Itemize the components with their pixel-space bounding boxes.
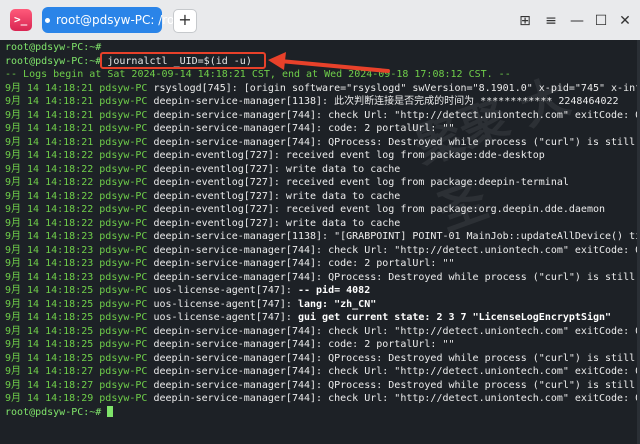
log-timestamp-host: 9月 14 14:18:23 pdsyw-PC [5, 244, 148, 256]
tab-title: root@pdsyw-PC: /root [56, 13, 187, 27]
log-message: deepin-eventlog[727]: received event log… [147, 177, 569, 188]
terminal-line: 9月 14 14:18:21 pdsyw-PC rsyslogd[745]: [… [5, 82, 640, 96]
terminal-line: 9月 14 14:18:22 pdsyw-PC deepin-eventlog[… [5, 149, 545, 163]
shell-prompt: root@pdsyw-PC:~# [5, 406, 102, 418]
log-message: uos-license-agent[747]: [147, 312, 292, 323]
terminal-line: 9月 14 14:18:21 pdsyw-PC deepin-service-m… [5, 109, 640, 123]
log-timestamp-host: 9月 14 14:18:22 pdsyw-PC [5, 190, 148, 202]
new-tab-button[interactable]: + [173, 9, 197, 33]
log-timestamp-host: 9月 14 14:18:25 pdsyw-PC [5, 339, 148, 350]
title-bar: >_ root@pdsyw-PC: /root + ⊞ ≡ — ☐ ✕ [0, 0, 640, 41]
tab-root-terminal[interactable]: root@pdsyw-PC: /root [42, 7, 186, 33]
log-message: deepin-service-manager[744]: QProcess: D… [147, 352, 640, 364]
log-message: deepin-eventlog[727]: write data to cach… [147, 217, 401, 229]
log-timestamp-host: 9月 14 14:18:21 pdsyw-PC [5, 82, 148, 94]
log-message-bold: lang: "zh_CN" [291, 298, 377, 310]
log-timestamp-host: 9月 14 14:18:23 pdsyw-PC [5, 231, 148, 242]
view-icon[interactable]: ⊞ [514, 10, 536, 32]
log-timestamp-host: 9月 14 14:18:22 pdsyw-PC [5, 204, 148, 215]
terminal-line: 9月 14 14:18:23 pdsyw-PC deepin-service-m… [5, 244, 640, 258]
terminal-line: 9月 14 14:18:27 pdsyw-PC deepin-service-m… [5, 365, 640, 379]
annotation-arrow-icon [268, 52, 390, 73]
log-timestamp-host: 9月 14 14:18:27 pdsyw-PC [5, 379, 148, 391]
log-timestamp-host: 9月 14 14:18:29 pdsyw-PC [5, 393, 148, 404]
log-message: deepin-service-manager[1138]: 此次判断连接是否完成… [147, 96, 619, 107]
log-message: deepin-service-manager[744]: code: 2 por… [147, 123, 455, 134]
log-timestamp-host: 9月 14 14:18:22 pdsyw-PC [5, 150, 148, 161]
log-timestamp-host: 9月 14 14:18:25 pdsyw-PC [5, 325, 148, 337]
terminal-line: 9月 14 14:18:23 pdsyw-PC deepin-service-m… [5, 257, 455, 271]
log-timestamp-host: 9月 14 14:18:25 pdsyw-PC [5, 352, 148, 364]
log-timestamp-host: 9月 14 14:18:27 pdsyw-PC [5, 366, 148, 377]
log-message: uos-license-agent[747]: [147, 298, 292, 310]
log-timestamp-host: 9月 14 14:18:25 pdsyw-PC [5, 298, 148, 310]
log-message: deepin-service-manager[1138]: "[GRABPOIN… [147, 231, 640, 242]
log-message: deepin-eventlog[727]: received event log… [147, 204, 606, 215]
log-timestamp-host: 9月 14 14:18:23 pdsyw-PC [5, 271, 148, 283]
close-button[interactable]: ✕ [614, 10, 636, 32]
log-message-bold: gui get current state: 2 3 7 "LicenseLog… [291, 312, 612, 323]
log-timestamp-host: 9月 14 14:18:22 pdsyw-PC [5, 177, 148, 188]
terminal-line: 9月 14 14:18:27 pdsyw-PC deepin-service-m… [5, 379, 640, 393]
terminal-app-icon[interactable]: >_ [10, 9, 32, 31]
log-header: -- Logs begin at Sat 2024-09-14 14:18:21… [5, 69, 511, 80]
log-message: deepin-service-manager[744]: QProcess: D… [147, 271, 640, 283]
log-message: deepin-eventlog[727]: write data to cach… [147, 163, 401, 175]
log-message: deepin-eventlog[727]: write data to cach… [147, 190, 401, 202]
terminal-line: -- Logs begin at Sat 2024-09-14 14:18:21… [5, 68, 511, 82]
log-timestamp-host: 9月 14 14:18:22 pdsyw-PC [5, 217, 148, 229]
log-message: deepin-service-manager[744]: QProcess: D… [147, 379, 640, 391]
terminal-line: 9月 14 14:18:22 pdsyw-PC deepin-eventlog[… [5, 163, 400, 177]
terminal-line: 9月 14 14:18:22 pdsyw-PC deepin-eventlog[… [5, 190, 400, 204]
terminal-line: 9月 14 14:18:29 pdsyw-PC deepin-service-m… [5, 392, 640, 406]
terminal-line: 9月 14 14:18:22 pdsyw-PC deepin-eventlog[… [5, 203, 605, 217]
terminal-line: 9月 14 14:18:25 pdsyw-PC uos-license-agen… [5, 284, 370, 298]
log-timestamp-host: 9月 14 14:18:21 pdsyw-PC [5, 136, 148, 148]
terminal-line: 9月 14 14:18:25 pdsyw-PC deepin-service-m… [5, 338, 455, 352]
terminal-line: 9月 14 14:18:22 pdsyw-PC deepin-eventlog[… [5, 217, 400, 231]
maximize-button[interactable]: ☐ [590, 10, 612, 32]
terminal-line: 9月 14 14:18:23 pdsyw-PC deepin-service-m… [5, 230, 640, 244]
terminal-line: root@pdsyw-PC:~# [5, 41, 101, 55]
log-message: deepin-service-manager[744]: check Url: … [147, 366, 640, 377]
log-message: deepin-service-manager[744]: check Url: … [147, 325, 640, 337]
text-cursor [107, 406, 114, 417]
shell-prompt: root@pdsyw-PC:~# [5, 42, 102, 53]
log-timestamp-host: 9月 14 14:18:22 pdsyw-PC [5, 163, 148, 175]
command-highlight-box [100, 52, 266, 69]
terminal-line: 9月 14 14:18:25 pdsyw-PC deepin-service-m… [5, 325, 640, 339]
minimize-button[interactable]: — [566, 10, 588, 32]
shell-prompt: root@pdsyw-PC:~# [5, 55, 102, 67]
log-message: deepin-service-manager[744]: code: 2 por… [147, 258, 455, 269]
terminal-line: 9月 14 14:18:21 pdsyw-PC deepin-service-m… [5, 95, 619, 109]
log-timestamp-host: 9月 14 14:18:21 pdsyw-PC [5, 109, 148, 121]
active-dot-icon [45, 18, 50, 23]
log-message: deepin-service-manager[744]: check Url: … [147, 393, 640, 404]
terminal-line: 9月 14 14:18:23 pdsyw-PC deepin-service-m… [5, 271, 640, 285]
log-message: deepin-service-manager[744]: QProcess: D… [147, 136, 640, 148]
log-message: deepin-eventlog[727]: received event log… [147, 150, 545, 161]
log-timestamp-host: 9月 14 14:18:21 pdsyw-PC [5, 123, 148, 134]
terminal-output[interactable]: root@pdsyw-PC:~# root@pdsyw-PC:~# journal… [0, 40, 640, 444]
log-message: deepin-service-manager[744]: code: 2 por… [147, 339, 455, 350]
log-timestamp-host: 9月 14 14:18:21 pdsyw-PC [5, 96, 148, 107]
terminal-line: 9月 14 14:18:25 pdsyw-PC uos-license-agen… [5, 298, 376, 312]
menu-icon[interactable]: ≡ [540, 10, 562, 32]
log-timestamp-host: 9月 14 14:18:25 pdsyw-PC [5, 312, 148, 323]
terminal-line: 9月 14 14:18:25 pdsyw-PC uos-license-agen… [5, 311, 611, 325]
log-message: rsyslogd[745]: [origin software="rsyslog… [147, 82, 640, 94]
log-message: uos-license-agent[747]: [147, 285, 292, 296]
terminal-line: root@pdsyw-PC:~# [5, 406, 114, 420]
terminal-line: 9月 14 14:18:22 pdsyw-PC deepin-eventlog[… [5, 176, 569, 190]
terminal-line: 9月 14 14:18:25 pdsyw-PC deepin-service-m… [5, 352, 640, 366]
terminal-line: 9月 14 14:18:21 pdsyw-PC deepin-service-m… [5, 122, 455, 136]
log-message: deepin-service-manager[744]: check Url: … [147, 244, 640, 256]
log-message: deepin-service-manager[744]: check Url: … [147, 109, 640, 121]
log-timestamp-host: 9月 14 14:18:25 pdsyw-PC [5, 285, 148, 296]
log-timestamp-host: 9月 14 14:18:23 pdsyw-PC [5, 258, 148, 269]
terminal-line: 9月 14 14:18:21 pdsyw-PC deepin-service-m… [5, 136, 640, 150]
log-message-bold: -- pid= 4082 [291, 285, 371, 296]
terminal-window: >_ root@pdsyw-PC: /root + ⊞ ≡ — ☐ ✕ root… [0, 0, 640, 444]
